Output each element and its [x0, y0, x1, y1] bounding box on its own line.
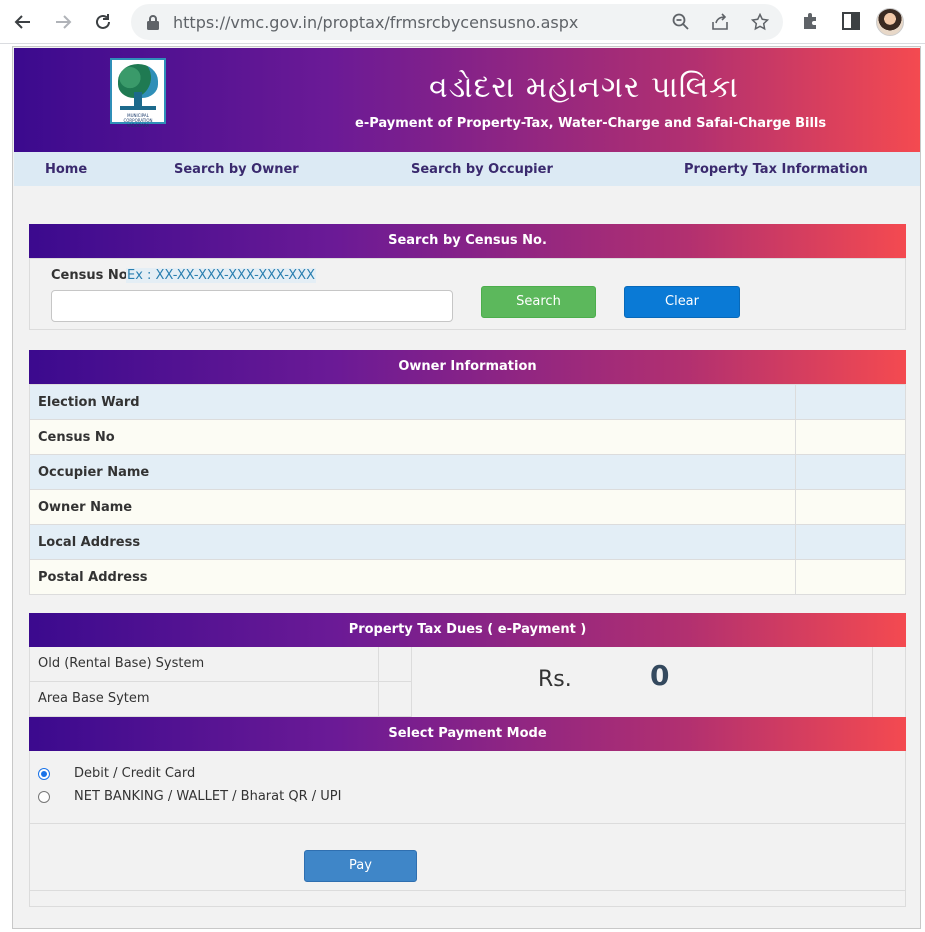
row-label: Election Ward — [29, 384, 796, 420]
dues-row-old-system: Old (Rental Base) System — [30, 647, 379, 682]
extensions-icon[interactable] — [801, 11, 821, 31]
page-content: MUNICIPAL CORPORATION VADODARA વડોદરા મહ… — [12, 46, 921, 929]
vmc-logo: MUNICIPAL CORPORATION VADODARA — [110, 58, 166, 128]
row-value — [795, 489, 906, 525]
row-value — [795, 384, 906, 420]
lock-icon[interactable] — [146, 14, 160, 30]
url-host: https://vmc.gov.in — [173, 13, 318, 32]
search-panel-heading: Search by Census No. — [29, 224, 906, 258]
logo-caption: MUNICIPAL CORPORATION VADODARA — [123, 113, 153, 128]
payment-panel: Debit / Credit Card NET BANKING / WALLET… — [29, 751, 906, 907]
census-no-input[interactable] — [51, 290, 453, 322]
table-row: Occupier Name — [29, 454, 906, 490]
dues-panel: Old (Rental Base) System Area Base Sytem… — [29, 647, 906, 717]
zoom-icon[interactable] — [672, 13, 690, 31]
site-title: વડોદરા મહાનગર પાલિકા — [429, 70, 739, 105]
dues-row-area-base: Area Base Sytem — [30, 682, 379, 717]
back-icon[interactable] — [9, 8, 37, 36]
table-row: Owner Name — [29, 489, 906, 525]
site-subtitle: e-Payment of Property-Tax, Water-Charge … — [355, 116, 827, 131]
reload-icon[interactable] — [89, 8, 117, 36]
menu-home[interactable]: Home — [45, 162, 87, 177]
dues-heading: Property Tax Dues ( e-Payment ) — [29, 613, 906, 647]
total-amount: 0 — [650, 659, 670, 692]
currency-label: Rs. — [538, 667, 572, 692]
dues-amount-box: Rs. 0 — [412, 647, 873, 717]
share-icon[interactable] — [711, 13, 729, 31]
url-path: /proptax/frmsrcbycensusno.aspx — [317, 13, 579, 32]
payment-option-card[interactable]: Debit / Credit Card — [38, 766, 195, 781]
radio-card[interactable] — [38, 767, 50, 780]
row-value — [795, 559, 906, 595]
payment-option-label: Debit / Credit Card — [74, 766, 196, 781]
browser-toolbar: https://vmc.gov.in/proptax/frmsrcbycensu… — [0, 0, 925, 44]
clear-button[interactable]: Clear — [624, 286, 740, 318]
payment-mode-heading: Select Payment Mode — [29, 717, 906, 751]
side-panel-icon[interactable] — [841, 11, 861, 31]
row-label: Postal Address — [29, 559, 796, 595]
census-label: Census No. — [51, 268, 133, 283]
row-value — [795, 454, 906, 490]
payment-option-label: NET BANKING / WALLET / Bharat QR / UPI — [74, 789, 342, 804]
dues-value-cell — [379, 647, 412, 682]
divider — [30, 890, 905, 891]
table-row: Local Address — [29, 524, 906, 560]
row-label: Local Address — [29, 524, 796, 560]
address-bar[interactable]: https://vmc.gov.in/proptax/frmsrcbycensu… — [131, 4, 783, 40]
menu-property-tax-info[interactable]: Property Tax Information — [684, 162, 868, 177]
bookmark-star-icon[interactable] — [751, 13, 769, 31]
table-row: Census No — [29, 419, 906, 455]
forward-icon[interactable] — [49, 8, 77, 36]
url-text[interactable]: https://vmc.gov.in/proptax/frmsrcbycensu… — [173, 13, 578, 32]
row-value — [795, 419, 906, 455]
owner-info-table: Election Ward Census No Occupier Name Ow… — [29, 384, 906, 595]
menu-search-by-occupier[interactable]: Search by Occupier — [411, 162, 553, 177]
divider — [30, 823, 905, 824]
search-button[interactable]: Search — [481, 286, 596, 318]
pay-button[interactable]: Pay — [304, 850, 417, 882]
radio-netbanking[interactable] — [38, 790, 50, 803]
census-example: Ex : XX-XX-XXX-XXX-XXX-XXX — [126, 268, 317, 283]
row-label: Census No — [29, 419, 796, 455]
table-row: Election Ward — [29, 384, 906, 420]
row-label: Owner Name — [29, 489, 796, 525]
row-value — [795, 524, 906, 560]
profile-avatar[interactable] — [876, 8, 904, 36]
owner-info-heading: Owner Information — [29, 350, 906, 384]
row-label: Occupier Name — [29, 454, 796, 490]
main-menu: Home Search by Owner Search by Occupier … — [14, 152, 920, 186]
header-banner: MUNICIPAL CORPORATION VADODARA વડોદરા મહ… — [14, 48, 920, 152]
dues-value-cell — [379, 682, 412, 717]
payment-option-netbanking[interactable]: NET BANKING / WALLET / Bharat QR / UPI — [38, 789, 341, 804]
menu-search-by-owner[interactable]: Search by Owner — [174, 162, 299, 177]
table-row: Postal Address — [29, 559, 906, 595]
